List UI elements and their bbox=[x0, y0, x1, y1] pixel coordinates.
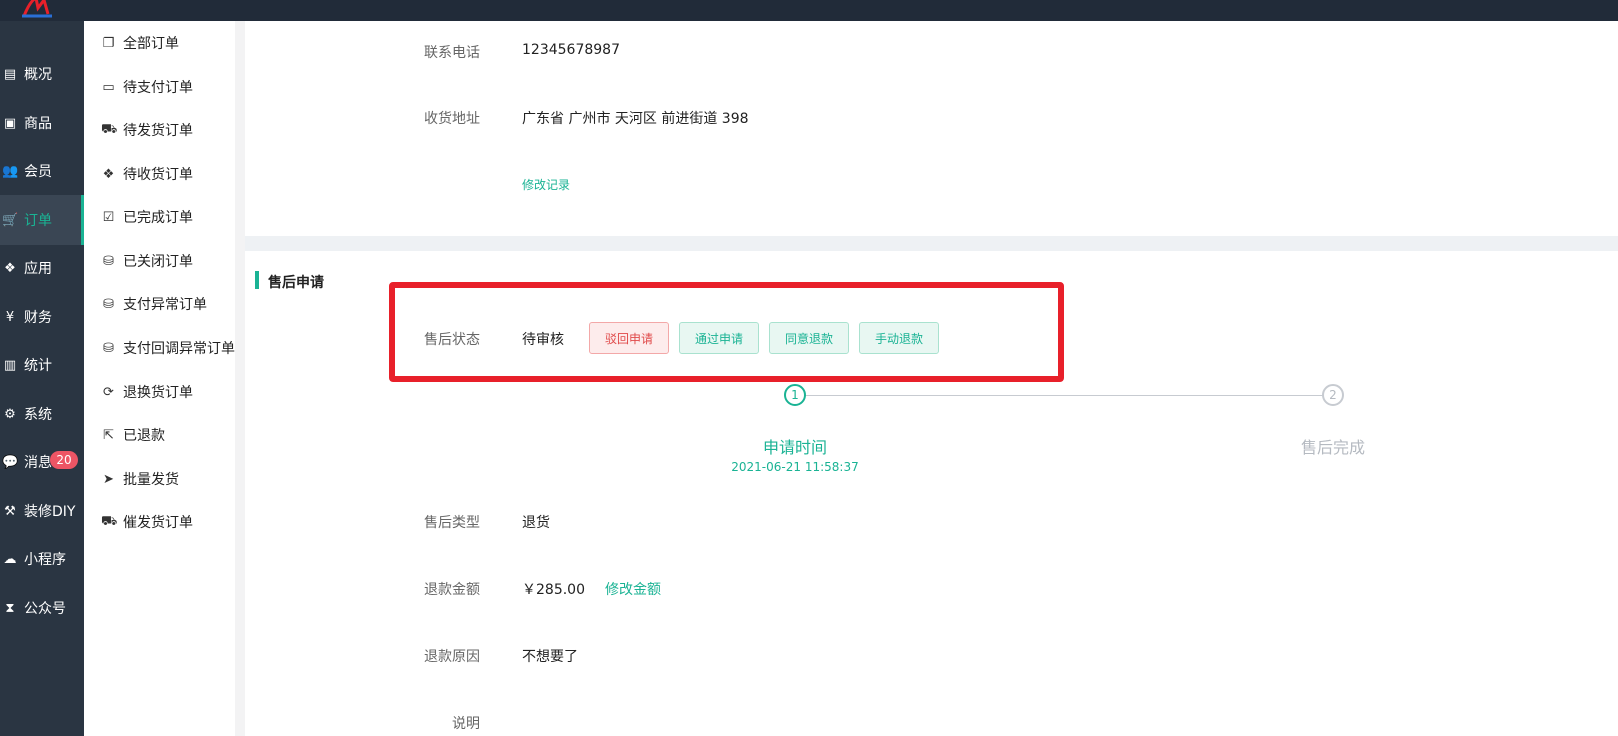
coin-icon: ⛁ bbox=[103, 296, 114, 312]
subnav-urge-shipment[interactable]: ⛟ 催发货订单 bbox=[101, 511, 193, 533]
credit-card-icon: ▭ bbox=[102, 79, 115, 95]
coin-icon: ⛁ bbox=[103, 340, 114, 356]
subnav-pending-shipment[interactable]: ⛟ 待发货订单 bbox=[101, 119, 193, 141]
copy-icon: ❐ bbox=[102, 35, 115, 51]
nav-orders[interactable]: 🛒 订单 bbox=[0, 195, 84, 245]
secondary-sidebar: ❐ 全部订单 ▭ 待支付订单 ⛟ 待发货订单 ❖ 待收货订单 ☑ 已完成订单 ⛁… bbox=[84, 21, 236, 736]
nav-official-account[interactable]: ⧗ 公众号 bbox=[0, 583, 84, 633]
modify-amount-link[interactable]: 修改金额 bbox=[605, 579, 661, 599]
message-count-badge: 20 bbox=[50, 451, 78, 469]
gavel-icon: ⚒ bbox=[4, 503, 16, 519]
archive-icon: ▤ bbox=[3, 66, 17, 82]
subnav-completed[interactable]: ☑ 已完成订单 bbox=[101, 206, 193, 228]
subnav-batch-ship[interactable]: ➤ 批量发货 bbox=[101, 468, 179, 490]
paper-plane-icon: ➤ bbox=[103, 471, 114, 487]
subnav-returns[interactable]: ⟳ 退换货订单 bbox=[101, 381, 193, 403]
nav-label: 公众号 bbox=[24, 601, 66, 617]
phone-value: 12345678987 bbox=[522, 42, 620, 58]
subnav-label: 催发货订单 bbox=[123, 515, 193, 531]
subnav-label: 批量发货 bbox=[123, 472, 179, 488]
subnav-label: 全部订单 bbox=[123, 36, 179, 52]
nav-label: 消息 bbox=[24, 455, 52, 471]
highlight-box bbox=[389, 282, 1064, 382]
cart-icon: 🛒 bbox=[2, 212, 19, 228]
step-2-dot: 2 bbox=[1322, 384, 1344, 406]
nav-statistics[interactable]: ▥ 统计 bbox=[0, 340, 84, 390]
comment-icon: 💬 bbox=[2, 454, 19, 470]
truck-icon: ⛟ bbox=[101, 121, 118, 137]
nav-members[interactable]: 👥 会员 bbox=[0, 146, 84, 196]
subnav-label: 支付异常订单 bbox=[123, 297, 207, 313]
nav-label: 装修DIY bbox=[24, 504, 76, 520]
amount-label: 退款金额 bbox=[424, 582, 480, 598]
hourglass-icon: ⧗ bbox=[5, 600, 15, 616]
note-label: 说明 bbox=[452, 716, 480, 732]
subnav-label: 已退款 bbox=[123, 428, 165, 444]
primary-sidebar: ▤ 概况 ▣ 商品 👥 会员 🛒 订单 ❖ 应用 ¥ 财务 ▥ 统计 ⚙ 系统 … bbox=[0, 21, 84, 736]
subnav-label: 支付回调异常订单 bbox=[123, 341, 235, 357]
amount-value: ￥285.00 bbox=[522, 582, 585, 598]
step-2-title: 售后完成 bbox=[1300, 438, 1365, 457]
truck-icon: ⛟ bbox=[101, 513, 118, 529]
content-gutter bbox=[235, 21, 245, 736]
nav-label: 会员 bbox=[24, 164, 52, 180]
nav-label: 财务 bbox=[24, 310, 52, 326]
section-accent-bar bbox=[255, 271, 259, 289]
refresh-icon: ⟳ bbox=[103, 384, 114, 400]
type-label: 售后类型 bbox=[424, 515, 480, 531]
subnav-label: 已完成订单 bbox=[123, 210, 193, 226]
subnav-label: 已关闭订单 bbox=[123, 254, 193, 270]
dropbox-icon: ❖ bbox=[102, 166, 115, 182]
bar-chart-icon: ▥ bbox=[3, 357, 17, 373]
modify-history-link[interactable]: 修改记录 bbox=[522, 176, 570, 193]
step-1-dot: 1 bbox=[784, 384, 806, 406]
logo-icon[interactable] bbox=[18, 0, 58, 18]
step-1-title: 申请时间 bbox=[762, 438, 827, 457]
nav-label: 小程序 bbox=[24, 552, 66, 568]
subnav-callback-exception[interactable]: ⛁ 支付回调异常订单 bbox=[101, 337, 235, 359]
reason-label: 退款原因 bbox=[424, 649, 480, 665]
step-connector bbox=[803, 395, 1323, 396]
nav-apps[interactable]: ❖ 应用 bbox=[0, 243, 84, 293]
subnav-pending-receipt[interactable]: ❖ 待收货订单 bbox=[101, 163, 193, 185]
share-square-icon: ⇱ bbox=[103, 427, 114, 443]
nav-system[interactable]: ⚙ 系统 bbox=[0, 389, 84, 439]
nav-label: 商品 bbox=[24, 116, 52, 132]
nav-label: 系统 bbox=[24, 407, 52, 423]
subnav-label: 待收货订单 bbox=[123, 167, 193, 183]
nav-mini-program[interactable]: ☁ 小程序 bbox=[0, 534, 84, 584]
subnav-all-orders[interactable]: ❐ 全部订单 bbox=[101, 32, 179, 54]
users-icon: 👥 bbox=[2, 163, 19, 179]
section-title: 售后申请 bbox=[268, 275, 324, 291]
coin-icon: ⛁ bbox=[103, 253, 114, 269]
gears-icon: ⚙ bbox=[4, 406, 16, 422]
nav-label: 订单 bbox=[24, 213, 52, 229]
phone-label: 联系电话 bbox=[424, 45, 480, 61]
subnav-payment-exception[interactable]: ⛁ 支付异常订单 bbox=[101, 293, 207, 315]
nav-finance[interactable]: ¥ 财务 bbox=[0, 292, 84, 342]
box-icon: ▣ bbox=[3, 115, 17, 131]
nav-label: 统计 bbox=[24, 358, 52, 374]
cubes-icon: ❖ bbox=[4, 260, 16, 276]
yen-icon: ¥ bbox=[5, 309, 15, 325]
subnav-label: 退换货订单 bbox=[123, 385, 193, 401]
nav-label: 应用 bbox=[24, 261, 52, 277]
subnav-refunded[interactable]: ⇱ 已退款 bbox=[101, 424, 165, 446]
step-1-time: 2021-06-21 11:58:37 bbox=[731, 460, 859, 474]
subnav-label: 待支付订单 bbox=[123, 80, 193, 96]
address-value: 广东省 广州市 天河区 前进街道 398 bbox=[522, 111, 749, 127]
top-bar bbox=[0, 0, 1618, 21]
subnav-closed[interactable]: ⛁ 已关闭订单 bbox=[101, 250, 193, 272]
nav-overview[interactable]: ▤ 概况 bbox=[0, 49, 84, 99]
address-label: 收货地址 bbox=[424, 111, 480, 127]
subnav-label: 待发货订单 bbox=[123, 123, 193, 139]
wechat-icon: ☁ bbox=[3, 551, 17, 567]
nav-products[interactable]: ▣ 商品 bbox=[0, 98, 84, 148]
subnav-pending-payment[interactable]: ▭ 待支付订单 bbox=[101, 76, 193, 98]
reason-value: 不想要了 bbox=[522, 649, 578, 665]
type-value: 退货 bbox=[522, 515, 550, 531]
nav-label: 概况 bbox=[24, 67, 52, 83]
check-square-icon: ☑ bbox=[102, 209, 115, 225]
nav-decoration-diy[interactable]: ⚒ 装修DIY bbox=[0, 486, 84, 536]
